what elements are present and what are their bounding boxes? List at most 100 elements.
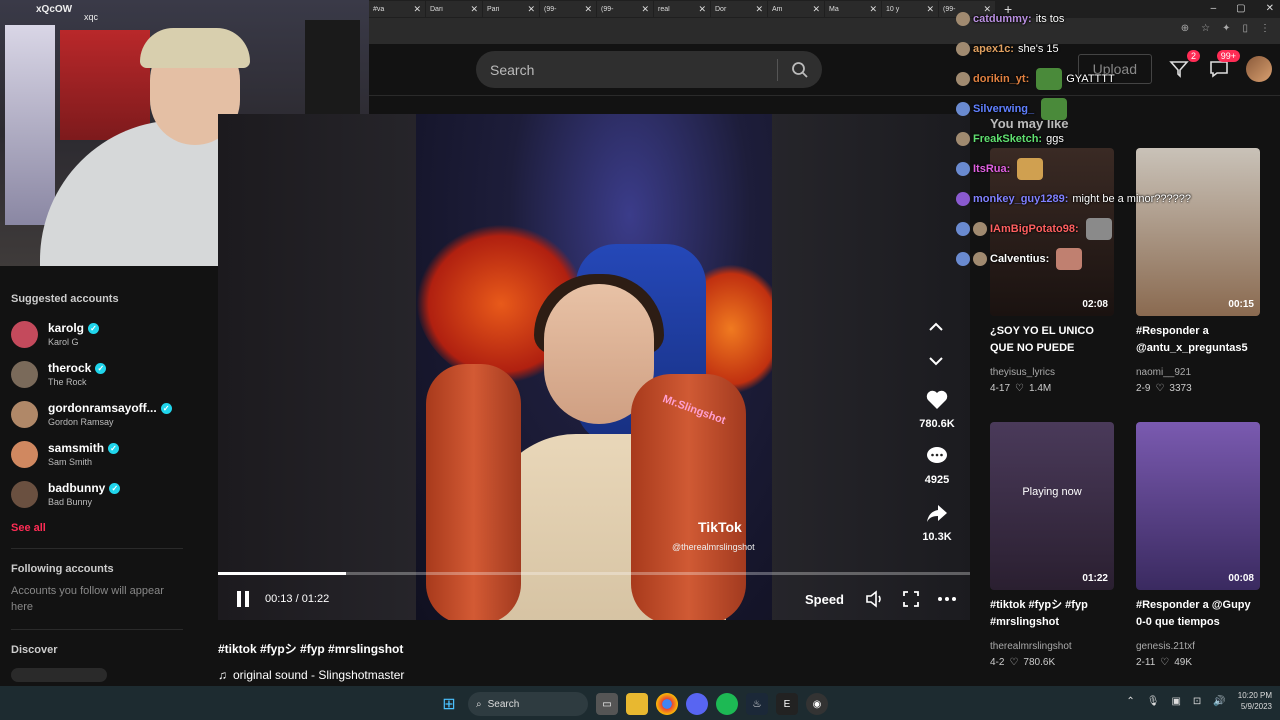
fullscreen-icon[interactable] [898,586,924,612]
discord-icon[interactable] [686,693,708,715]
comment-button[interactable]: 4925 [911,446,963,486]
share-count: 10.3K [922,531,952,543]
account-name: Karol G [48,337,79,347]
browser-tab[interactable]: (99- ✕ [540,1,596,17]
chat-username: apex1c: [973,43,1014,55]
video-title[interactable]: ¿SOY YO EL UNICO QUE NO PUEDE DEJAR DE..… [990,323,1114,359]
heart-outline-icon: ♡ [1015,383,1024,394]
tiktok-watermark: TikTok [698,519,742,535]
app-tray-icon[interactable]: ▣ [1171,696,1180,707]
browser-tab[interactable]: #va ✕ [369,1,425,17]
search-icon[interactable] [778,61,822,79]
browser-tab[interactable]: 10 y ✕ [882,1,938,17]
previous-video-button[interactable] [923,314,949,340]
browser-tab[interactable]: Dor ✕ [711,1,767,17]
window-controls: – ▢ ✕ [1211,0,1274,18]
chat-username: FreakSketch: [973,133,1043,145]
messages-icon[interactable]: 99+ [1206,50,1240,82]
chat-badge-icon [956,132,970,146]
suggested-account[interactable]: badbunny ✓ Bad Bunny [11,474,218,514]
video-likes: 1.4M [1028,383,1052,394]
tab-close-icon[interactable]: ✕ [812,4,820,15]
discover-tag[interactable] [11,668,107,682]
recommended-video-card[interactable]: Playing now 01:22 #tiktok #fypシ #fyp #mr… [990,422,1114,668]
tab-close-icon[interactable]: ✕ [584,4,592,15]
tray-overflow-icon[interactable]: ⌃ [1126,696,1134,707]
steam-icon[interactable]: ♨ [746,693,768,715]
video-thumbnail[interactable]: 00:08 [1136,422,1260,590]
tab-close-icon[interactable]: ✕ [470,4,478,15]
network-icon[interactable]: ⊡ [1193,696,1201,707]
epic-games-icon[interactable]: E [776,693,798,715]
obs-icon[interactable]: ◉ [806,693,828,715]
pause-icon[interactable] [237,591,251,607]
chat-text: ggs [1046,133,1064,145]
browser-tab[interactable]: Am ✕ [768,1,824,17]
tab-close-icon[interactable]: ✕ [926,4,934,15]
profile-avatar[interactable] [1246,56,1272,82]
tab-close-icon[interactable]: ✕ [413,4,421,15]
search-bar[interactable]: Search [476,51,822,88]
avatar [11,360,38,388]
maximize-button[interactable]: ▢ [1236,0,1245,18]
tab-close-icon[interactable]: ✕ [641,4,649,15]
browser-tab[interactable]: real ✕ [654,1,710,17]
tab-close-icon[interactable]: ✕ [698,4,706,15]
suggested-account[interactable]: samsmith ✓ Sam Smith [11,434,218,474]
suggested-accounts-title: Suggested accounts [11,293,119,305]
menu-dots-icon[interactable]: ⋮ [1260,23,1270,34]
video-caption[interactable]: #tiktok #fypシ #fyp #mrslingshot [218,640,403,657]
verified-icon: ✓ [95,362,107,374]
tab-close-icon[interactable]: ✕ [755,4,763,15]
video-duration: 01:22 [1082,573,1108,584]
chat-username: Calventius: [990,253,1050,265]
stream-chat-overlay: catdummy: its tos apex1c: she's 15 dorikin… [956,4,1206,274]
following-empty-text: Accounts you follow will appear here [11,585,164,613]
tab-close-icon[interactable]: ✕ [869,4,877,15]
taskbar-search[interactable]: ⌕ Search [468,692,588,716]
sidebar-icon[interactable]: ▯ [1242,23,1248,34]
browser-tab[interactable]: Ma ✕ [825,1,881,17]
speed-button[interactable]: Speed [805,592,844,607]
volume-tray-icon[interactable]: 🔊 [1213,696,1225,707]
suggested-account[interactable]: gordonramsayoff... ✓ Gordon Ramsay [11,394,218,434]
video-author[interactable]: naomi__921 [1136,367,1260,378]
browser-tab[interactable]: Dari ✕ [426,1,482,17]
see-all-link[interactable]: See all [11,522,218,534]
minimize-button[interactable]: – [1211,0,1217,18]
video-author[interactable]: therealmrslingshot [990,641,1114,652]
tab-close-icon[interactable]: ✕ [527,4,535,15]
video-title[interactable]: #Responder a @antu_x_preguntas5 [1136,323,1260,359]
video-author[interactable]: theyisus_lyrics [990,367,1114,378]
task-view-icon[interactable]: ▭ [596,693,618,715]
spotify-icon[interactable] [716,693,738,715]
video-title[interactable]: #tiktok #fypシ #fyp #mrslingshot [990,597,1114,633]
video-sound[interactable]: ♫ original sound - Slingshotmaster [218,668,404,682]
video-frame[interactable]: Mr.Slingshot TikTok @therealmrslingshot [416,114,772,620]
webcam-text: xQcOW [36,4,73,15]
volume-icon[interactable] [862,586,888,612]
video-title[interactable]: #Responder a @Gupy 0-0 que tiempos [1136,597,1260,633]
video-thumbnail[interactable]: Playing now 01:22 [990,422,1114,590]
suggested-account[interactable]: karolg ✓ Karol G [11,314,218,354]
microphone-icon[interactable]: 🎙 [1147,696,1160,707]
suggested-account[interactable]: therock ✓ The Rock [11,354,218,394]
extensions-icon[interactable]: ✦ [1222,23,1230,34]
progress-bar[interactable] [218,572,970,575]
like-button[interactable]: 780.6K [911,390,963,430]
file-explorer-icon[interactable] [626,693,648,715]
next-video-button[interactable] [923,348,949,374]
taskbar-search-label: Search [487,698,520,710]
recommended-video-card[interactable]: 00:08 #Responder a @Gupy 0-0 que tiempos… [1136,422,1260,668]
clock[interactable]: 10:20 PM 5/9/2023 [1238,690,1272,712]
browser-tab[interactable]: (99- ✕ [597,1,653,17]
close-window-button[interactable]: ✕ [1266,0,1274,18]
windows-start-icon[interactable]: ⊞ [438,693,460,715]
chrome-icon[interactable] [656,693,678,715]
video-player[interactable]: Mr.Slingshot TikTok @therealmrslingshot … [218,114,970,620]
search-input[interactable]: Search [476,62,777,78]
share-button[interactable]: 10.3K [911,503,963,543]
more-options-icon[interactable] [934,586,960,612]
video-author[interactable]: genesis.21txf [1136,641,1260,652]
browser-tab[interactable]: Pari ✕ [483,1,539,17]
